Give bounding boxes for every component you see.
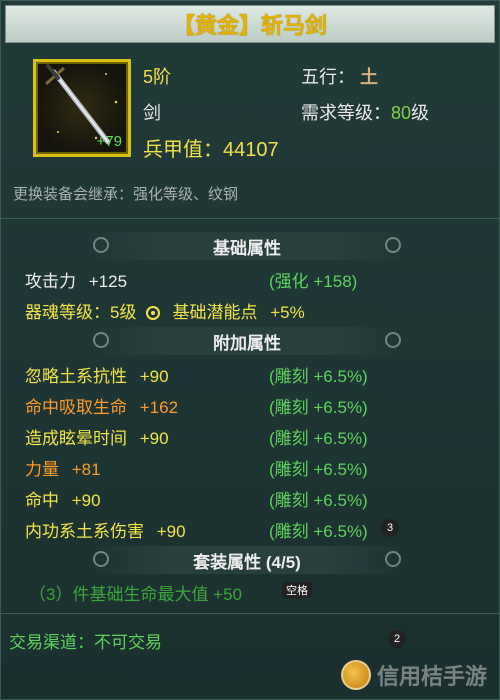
ornament-icon — [385, 237, 401, 253]
attr-value: +90 — [71, 491, 101, 510]
required-level-unit: 级 — [411, 103, 430, 123]
attr-carve: (雕刻 +6.5%) — [269, 460, 368, 479]
attr-name: 造成眩晕时间 — [25, 429, 127, 448]
ornament-icon — [93, 332, 109, 348]
attack-label: 攻击力 — [25, 272, 76, 291]
weapon-type: 剑 — [143, 103, 161, 123]
attr-value: +90 — [156, 522, 186, 541]
potential-value: +5% — [270, 303, 305, 322]
soul-level: 器魂等级：5级 — [25, 303, 137, 322]
element-row: 五行： 土 — [301, 63, 378, 89]
space-key-badge: 空格 — [282, 582, 312, 598]
watermark: 信用桔手游 — [341, 659, 487, 691]
base-attributes-heading: 基础属性 — [87, 232, 407, 260]
attr-carve: (雕刻 +6.5%) — [269, 522, 368, 541]
item-tooltip-panel: 【黄金】斩马剑 +79 5阶 剑 兵甲值：44107 五行： 土 需求等级：80… — [0, 0, 500, 700]
hotkey-badge: 2 — [388, 630, 406, 648]
attr-value: +90 — [139, 429, 169, 448]
inherit-note: 更换装备会继承：强化等级、纹钢 — [13, 186, 239, 203]
element-label: 五行： — [301, 67, 355, 87]
divider — [1, 218, 500, 219]
extra-attr-row: 造成眩晕时间 +90 — [25, 424, 169, 449]
extra-attr-row: 忽略土系抗性 +90 — [25, 362, 169, 387]
set-bonus: （3）件基础生命最大值 +50 — [29, 585, 243, 604]
divider — [1, 613, 500, 614]
attr-name: 内功系土系伤害 — [25, 522, 144, 541]
ornament-icon — [385, 551, 401, 567]
attr-carve: (雕刻 +6.5%) — [269, 398, 368, 417]
radio-dot-icon — [146, 306, 161, 320]
attr-name: 力量 — [25, 460, 59, 479]
attr-name: 命中吸取生命 — [25, 398, 127, 417]
element-glyph: 土 — [360, 67, 379, 87]
attack-value: +125 — [88, 272, 128, 291]
extra-attr-row: 命中 +90 — [25, 486, 101, 511]
item-icon-slot[interactable]: +79 — [33, 59, 131, 157]
required-level-value: 80 — [391, 103, 412, 123]
attr-carve: (雕刻 +6.5%) — [269, 367, 368, 386]
ornament-icon — [93, 237, 109, 253]
extra-attr-row: 命中吸取生命 +162 — [25, 393, 178, 418]
armor-value: 兵甲值：44107 — [143, 139, 279, 161]
watermark-logo-icon — [341, 660, 371, 690]
attr-carve: (雕刻 +6.5%) — [269, 491, 368, 510]
attr-value: +162 — [139, 398, 179, 417]
set-attributes-heading-text: 套装属性 (4/5) — [193, 552, 301, 572]
ornament-icon — [93, 551, 109, 567]
soul-potential-row: 器魂等级：5级 基础潜能点 +5% — [25, 298, 305, 323]
trade-status: 交易渠道：不可交易 — [9, 633, 162, 652]
required-level-row: 需求等级：80级 — [301, 99, 429, 125]
watermark-text: 信用桔手游 — [377, 664, 488, 689]
item-title: 【黄金】斩马剑 — [5, 5, 495, 43]
set-attributes-heading: 套装属性 (4/5) — [87, 546, 407, 574]
item-tier: 5阶 — [143, 67, 172, 87]
required-level-label: 需求等级： — [301, 103, 391, 123]
attr-name: 命中 — [25, 491, 59, 510]
potential-label: 基础潜能点 — [172, 303, 258, 322]
attr-value: +81 — [71, 460, 101, 479]
extra-attr-row: 内功系土系伤害 +90 — [25, 517, 186, 542]
enhance-level: +79 — [96, 133, 122, 150]
attack-row: 攻击力 +125 — [25, 267, 127, 292]
extra-attributes-heading-text: 附加属性 — [213, 333, 281, 353]
extra-attr-row: 力量 +81 — [25, 455, 101, 480]
ornament-icon — [385, 332, 401, 348]
attr-name: 忽略土系抗性 — [25, 367, 127, 386]
attack-bonus: (强化 +158) — [269, 272, 358, 291]
hotkey-badge: 3 — [381, 519, 399, 537]
attr-value: +90 — [139, 367, 169, 386]
base-attributes-heading-text: 基础属性 — [213, 238, 281, 258]
attr-carve: (雕刻 +6.5%) — [269, 429, 368, 448]
extra-attributes-heading: 附加属性 — [87, 327, 407, 355]
